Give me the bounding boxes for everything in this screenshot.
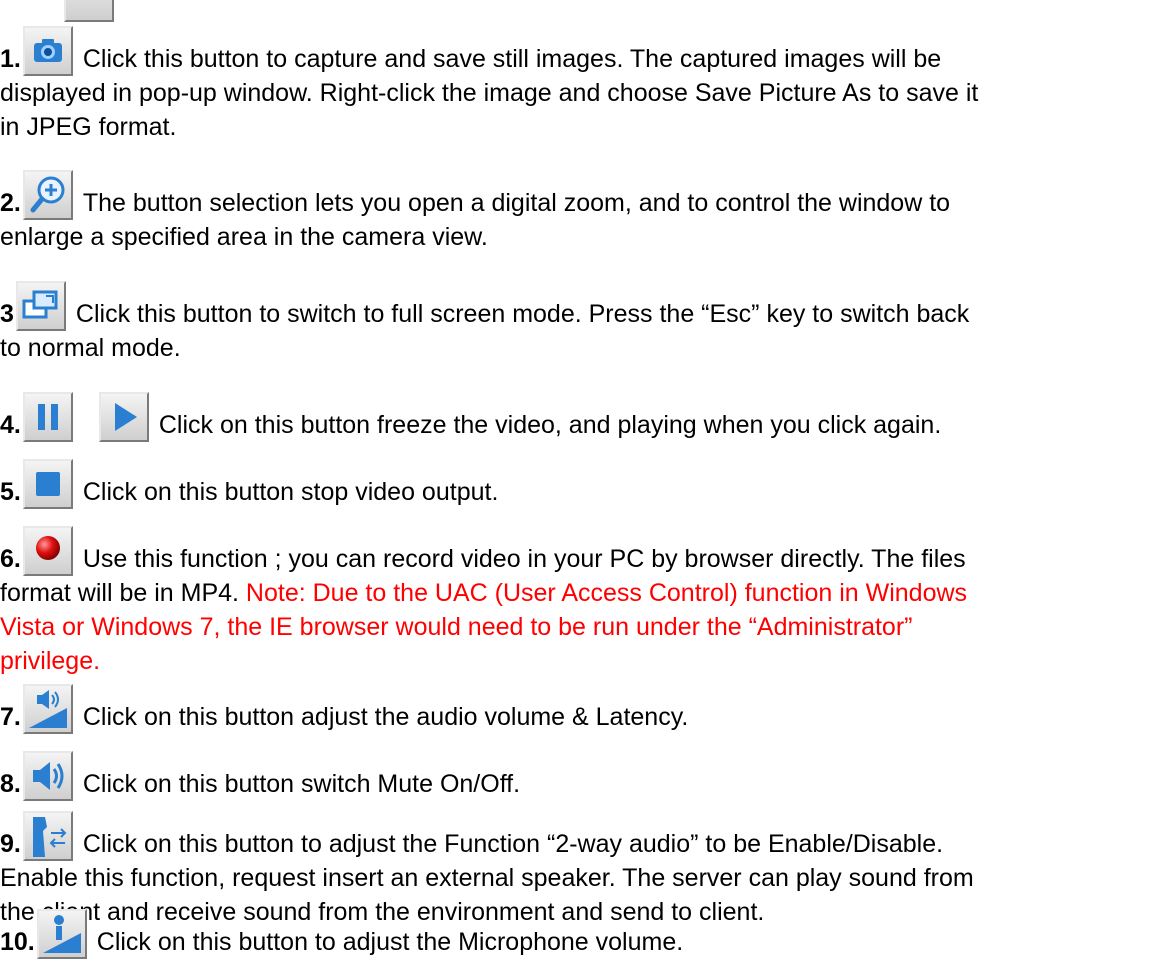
item-10: 10. Click on this button to adjust the M… bbox=[0, 905, 1165, 959]
item-text: Click on this button switch Mute On/Off. bbox=[82, 770, 521, 798]
item-7: 7. Click on this button adjust the audio… bbox=[0, 680, 1165, 734]
item-text: Click on this button to adjust the Funct… bbox=[82, 830, 944, 858]
pause-icon[interactable] bbox=[22, 392, 73, 442]
cropped-button-edge bbox=[64, 0, 114, 22]
stop-icon[interactable] bbox=[22, 459, 73, 509]
speaker-icon[interactable] bbox=[22, 751, 73, 801]
item-text: Click this button to switch to full scre… bbox=[75, 300, 970, 328]
two-way-audio-icon[interactable] bbox=[22, 811, 73, 861]
item-text: enlarge a specified area in the camera v… bbox=[0, 223, 488, 251]
item-text: Click on this button freeze the video, a… bbox=[158, 411, 942, 439]
item-text: Use this function ; you can record video… bbox=[82, 545, 966, 573]
item-text: format will be in MP4. bbox=[0, 579, 246, 607]
item-number: 2. bbox=[0, 189, 21, 217]
item-5: 5. Click on this button stop video outpu… bbox=[0, 455, 1165, 509]
item-text: Click on this button stop video output. bbox=[82, 478, 499, 506]
note-text: privilege. bbox=[0, 647, 101, 675]
item-text: displayed in pop-up window. Right-click … bbox=[0, 79, 979, 107]
item-text: Click this button to capture and save st… bbox=[82, 45, 942, 73]
item-number: 5. bbox=[0, 478, 21, 506]
item-1: 1. Click this button to capture and save… bbox=[0, 22, 1165, 144]
volume-adjust-icon[interactable] bbox=[22, 684, 73, 734]
item-text: Enable this function, request insert an … bbox=[0, 864, 974, 892]
fullscreen-icon[interactable] bbox=[15, 281, 66, 331]
zoom-in-icon[interactable] bbox=[22, 170, 73, 220]
item-text: to normal mode. bbox=[0, 334, 181, 362]
item-text: Click on this button adjust the audio vo… bbox=[82, 703, 689, 731]
record-icon[interactable] bbox=[22, 526, 73, 576]
item-number: 9. bbox=[0, 830, 21, 858]
item-8: 8. Click on this button switch Mute On/O… bbox=[0, 747, 1165, 801]
item-2: 2. The button selection lets you open a … bbox=[0, 166, 1165, 254]
item-number: 8. bbox=[0, 770, 21, 798]
item-number: 4. bbox=[0, 411, 21, 439]
item-9: 9. Click on this button to adjust the Fu… bbox=[0, 807, 1165, 861]
item-text: The button selection lets you open a dig… bbox=[82, 189, 951, 217]
note-text: Vista or Windows 7, the IE browser would… bbox=[0, 613, 913, 641]
microphone-volume-icon[interactable] bbox=[36, 909, 87, 959]
item-3: 3 Click this button to switch to full sc… bbox=[0, 277, 1165, 365]
item-text: in JPEG format. bbox=[0, 113, 177, 141]
camera-icon[interactable] bbox=[22, 26, 73, 76]
manual-page: 1. Click this button to capture and save… bbox=[0, 0, 1169, 959]
item-number: 1. bbox=[0, 45, 21, 73]
item-number: 10. bbox=[0, 928, 35, 956]
note-text: Note: Due to the UAC (User Access Contro… bbox=[245, 579, 968, 607]
item-number: 6. bbox=[0, 545, 21, 573]
item-text-mixed: format will be in MP4. Note: Due to the … bbox=[0, 576, 1165, 610]
play-icon[interactable] bbox=[98, 392, 149, 442]
item-number: 3 bbox=[0, 300, 14, 328]
item-text: Click on this button to adjust the Micro… bbox=[96, 928, 684, 956]
item-6: 6. Use this function ; you can record vi… bbox=[0, 522, 1165, 678]
item-number: 7. bbox=[0, 703, 21, 731]
item-4: 4. Click on this button freeze the video… bbox=[0, 388, 1165, 442]
